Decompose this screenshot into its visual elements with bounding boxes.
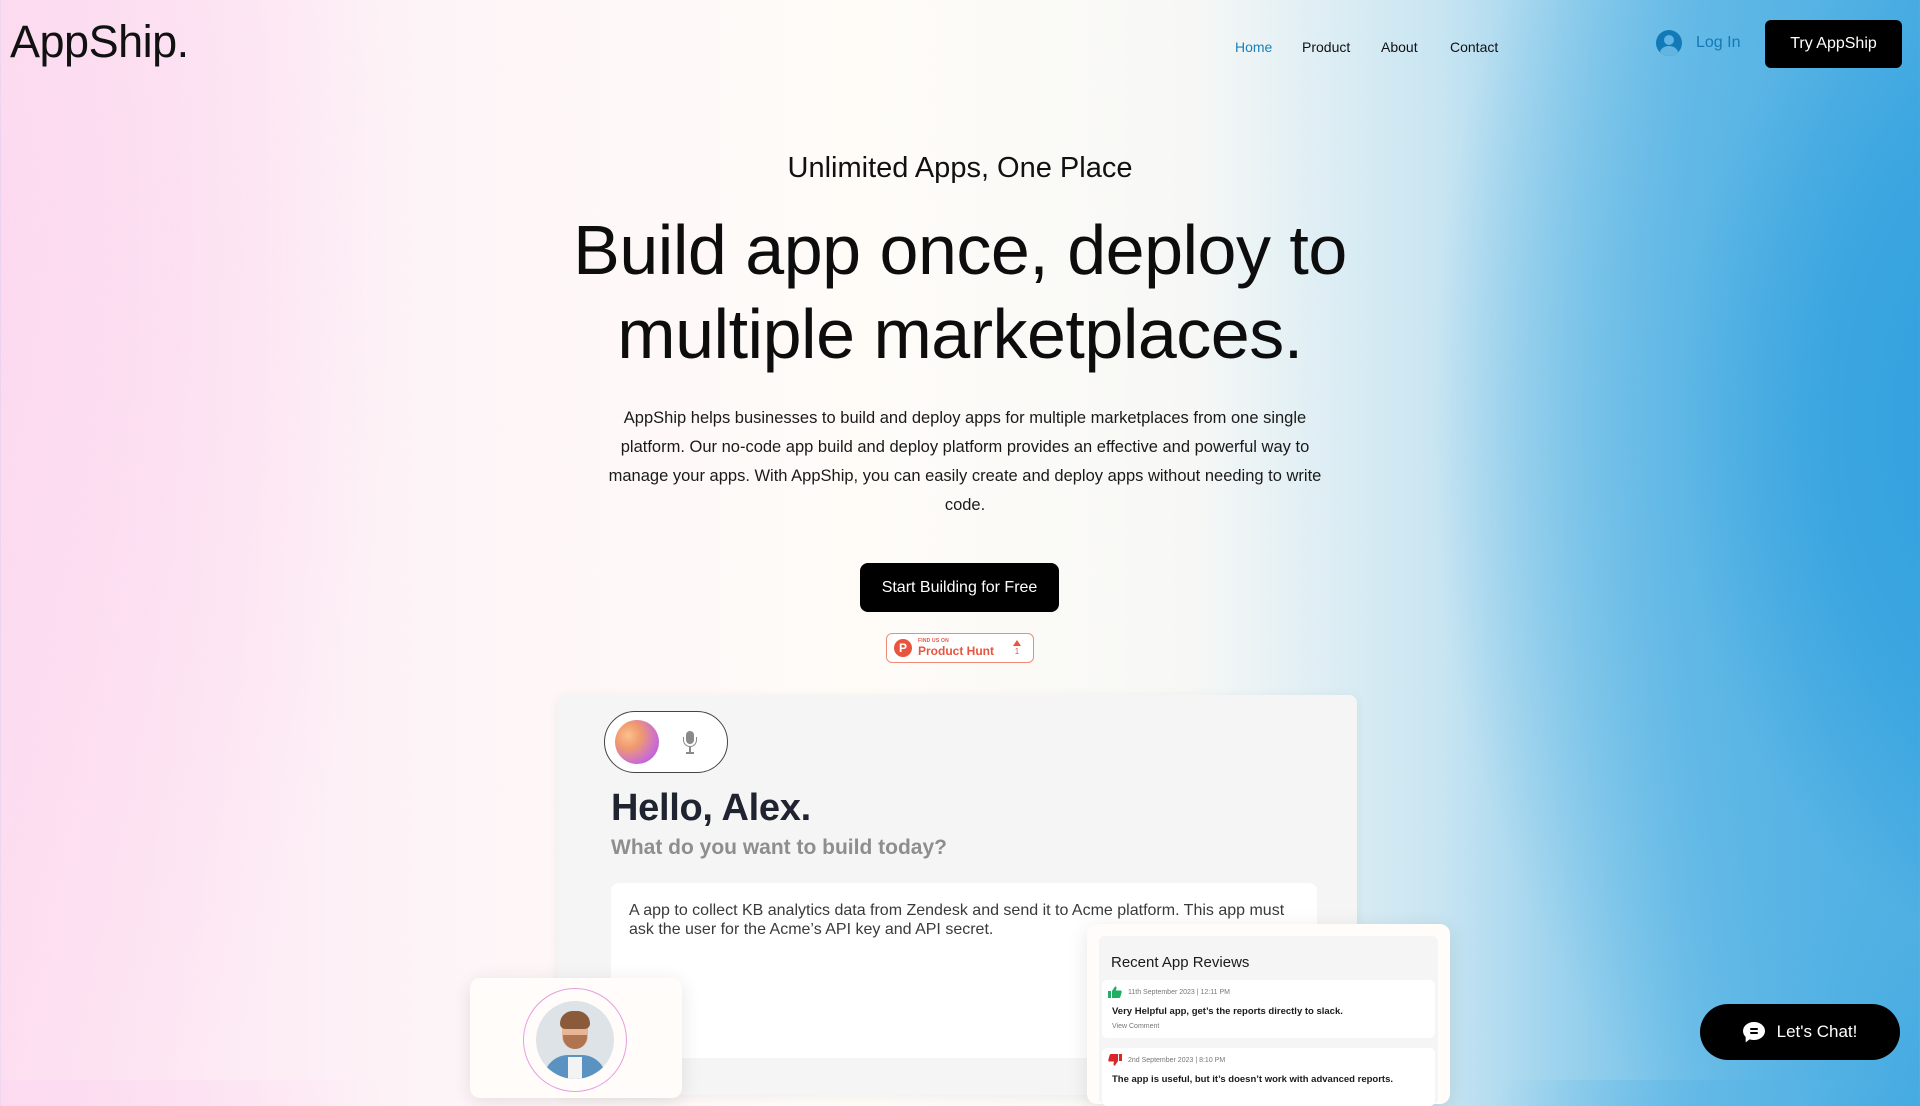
nav-product[interactable]: Product <box>1302 39 1350 55</box>
microphone-icon[interactable] <box>683 731 697 755</box>
reviews-title: Recent App Reviews <box>1111 954 1250 971</box>
review-text: Very Helpful app, get’s the reports dire… <box>1112 1006 1343 1017</box>
nav-home[interactable]: Home <box>1235 39 1272 55</box>
logo[interactable]: AppShip. <box>10 16 189 68</box>
login-label: Log In <box>1696 34 1741 51</box>
review-date: 2nd September 2023 | 8:10 PM <box>1128 1056 1226 1064</box>
hero-headline: Build app once, deploy to multiple marke… <box>573 211 1347 373</box>
lets-chat-button[interactable]: Let's Chat! <box>1700 1004 1900 1060</box>
nav-about[interactable]: About <box>1381 39 1418 55</box>
try-appship-button[interactable]: Try AppShip <box>1765 20 1902 68</box>
review-item: 11th September 2023 | 12:11 PM Very Help… <box>1102 980 1435 1038</box>
login-link[interactable]: Log In <box>1656 30 1740 56</box>
user-photo <box>536 1001 614 1079</box>
avatar-ring <box>523 988 627 1092</box>
greeting-subheading: What do you want to build today? <box>611 836 947 859</box>
chat-bubble-icon <box>1742 1022 1765 1045</box>
review-item: 2nd September 2023 | 8:10 PM The app is … <box>1102 1048 1435 1106</box>
product-hunt-label: Product Hunt <box>918 644 994 658</box>
chat-label: Let's Chat! <box>1776 1022 1858 1041</box>
greeting-heading: Hello, Alex. <box>611 787 811 829</box>
start-building-button[interactable]: Start Building for Free <box>860 563 1059 612</box>
product-hunt-badge[interactable]: P FIND US ON Product Hunt 1 <box>886 633 1034 663</box>
upvote-arrow-icon <box>1013 640 1021 646</box>
user-avatar-card <box>470 978 682 1098</box>
hero-tagline: Unlimited Apps, One Place <box>787 152 1133 184</box>
voice-input-pill[interactable] <box>604 711 728 773</box>
nav-contact[interactable]: Contact <box>1450 39 1498 55</box>
view-comment-link[interactable]: View Comment <box>1112 1023 1159 1030</box>
hero-description: AppShip helps businesses to build and de… <box>608 409 1322 514</box>
user-avatar-icon <box>1656 30 1682 56</box>
recent-reviews-card: Recent App Reviews 11th September 2023 |… <box>1087 924 1450 1106</box>
product-hunt-icon: P <box>894 639 912 657</box>
review-date: 11th September 2023 | 12:11 PM <box>1128 988 1230 996</box>
assistant-orb-icon <box>615 720 659 764</box>
upvote-count: 1 <box>1014 647 1020 656</box>
thumbs-down-icon <box>1108 1054 1122 1066</box>
thumbs-up-icon <box>1108 986 1122 998</box>
